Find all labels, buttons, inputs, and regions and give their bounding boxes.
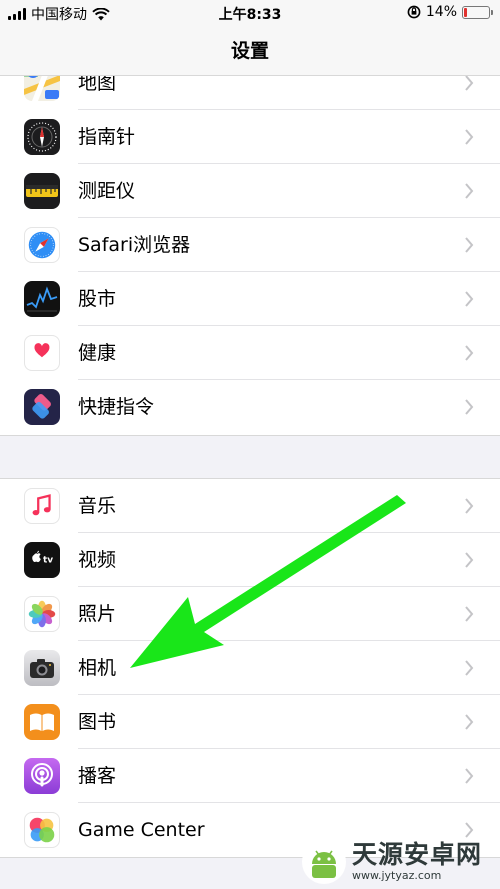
settings-row-tv[interactable]: tv 视频: [0, 533, 500, 587]
settings-row-label: 相机: [78, 657, 117, 679]
orientation-lock-icon: [407, 5, 421, 19]
watermark-url: www.jytyaz.com: [352, 869, 442, 882]
nav-title: 设置: [0, 26, 500, 76]
battery-icon: [462, 5, 493, 19]
settings-row-safari[interactable]: Safari浏览器: [0, 218, 500, 272]
chevron-right-icon: [465, 552, 474, 568]
settings-row-health[interactable]: 健康: [0, 326, 500, 380]
chevron-right-icon: [465, 399, 474, 415]
chevron-right-icon: [465, 183, 474, 199]
settings-row-stocks[interactable]: 股市: [0, 272, 500, 326]
status-right: 14%: [407, 4, 493, 20]
watermark-text: 天源安卓网 www.jytyaz.com: [352, 841, 482, 883]
svg-text:tv: tv: [43, 556, 53, 566]
chevron-right-icon: [465, 129, 474, 145]
chevron-right-icon: [465, 75, 474, 91]
chevron-right-icon: [465, 291, 474, 307]
chevron-right-icon: [465, 345, 474, 361]
game-center-icon: [24, 812, 60, 848]
settings-group-apps-2: 音乐 tv 视频 照片 相机 图书 播客 Game Center: [0, 478, 500, 858]
compass-icon: [24, 119, 60, 155]
settings-row-label: 指南针: [78, 126, 136, 148]
settings-row-compass[interactable]: 指南针: [0, 110, 500, 164]
shortcuts-icon: [24, 389, 60, 425]
settings-group-apps-1: 地图 指南针 测距仪 Safari浏览器 股市 健康 快捷指令: [0, 56, 500, 436]
battery-percent: 14%: [425, 4, 457, 20]
settings-row-label: 图书: [78, 711, 117, 733]
books-icon: [24, 704, 60, 740]
chevron-right-icon: [465, 660, 474, 676]
status-bar: 中国移动 上午8:33 14%: [0, 0, 500, 26]
settings-row-camera[interactable]: 相机: [0, 641, 500, 695]
settings-row-shortcuts[interactable]: 快捷指令: [0, 380, 500, 434]
tv-icon: tv: [24, 542, 60, 578]
settings-row-label: Game Center: [78, 819, 205, 841]
chevron-right-icon: [465, 237, 474, 253]
podcasts-icon: [24, 758, 60, 794]
chevron-right-icon: [465, 498, 474, 514]
settings-row-label: 股市: [78, 288, 117, 310]
camera-icon: [24, 650, 60, 686]
settings-row-label: Safari浏览器: [78, 234, 191, 256]
settings-row-label: 快捷指令: [78, 396, 155, 418]
settings-row-music[interactable]: 音乐: [0, 479, 500, 533]
settings-row-label: 播客: [78, 765, 117, 787]
settings-row-label: 测距仪: [78, 180, 136, 202]
photos-icon: [24, 596, 60, 632]
android-logo-icon: [302, 840, 346, 884]
measure-icon: [24, 173, 60, 209]
settings-row-label: 音乐: [78, 495, 117, 517]
watermark-title: 天源安卓网: [352, 840, 483, 869]
chevron-right-icon: [465, 768, 474, 784]
stocks-icon: [24, 281, 60, 317]
settings-row-podcasts[interactable]: 播客: [0, 749, 500, 803]
settings-row-photos[interactable]: 照片: [0, 587, 500, 641]
settings-row-label: 健康: [78, 342, 117, 364]
safari-icon: [24, 227, 60, 263]
settings-row-measure[interactable]: 测距仪: [0, 164, 500, 218]
music-icon: [24, 488, 60, 524]
chevron-right-icon: [465, 714, 474, 730]
health-icon: [24, 335, 60, 371]
watermark: 天源安卓网 www.jytyaz.com: [300, 837, 494, 887]
settings-row-label: 视频: [78, 549, 117, 571]
settings-row-books[interactable]: 图书: [0, 695, 500, 749]
chevron-right-icon: [465, 606, 474, 622]
settings-row-label: 照片: [78, 603, 117, 625]
